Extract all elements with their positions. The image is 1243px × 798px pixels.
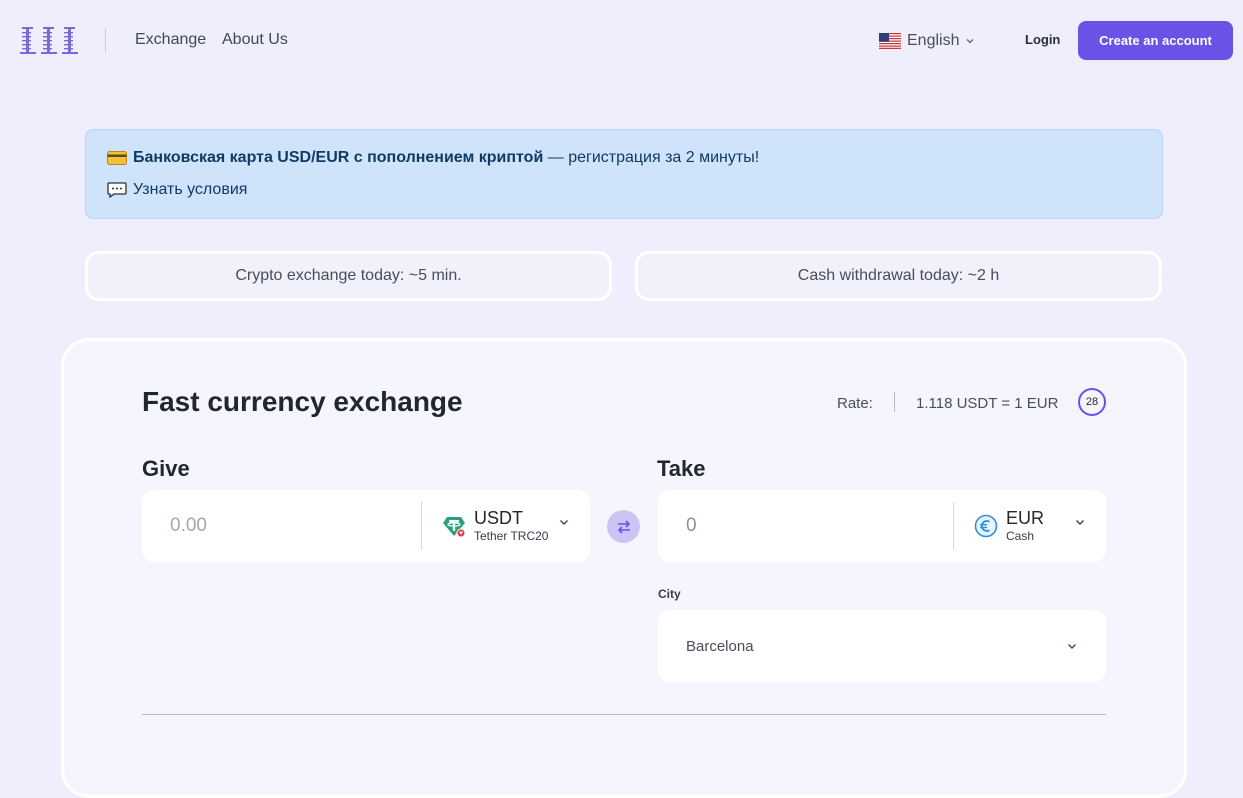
give-amount-input[interactable] [170,514,410,538]
language-label: English [907,32,960,49]
city-select[interactable]: Barcelona [658,610,1106,682]
give-currency-network: Tether TRC20 [474,529,549,543]
promo-terms-link[interactable]: Узнать условия [107,181,247,199]
city-label: City [658,587,681,601]
top-navigation: Exchange About Us English Login Create a… [0,0,1243,82]
rate-label: Rate: [837,395,873,412]
us-flag-icon [879,33,901,49]
rate-value: 1.118 USDT = 1 EUR [916,395,1059,412]
give-box-divider [421,502,422,550]
take-box-divider [953,502,954,550]
rate-divider [894,392,895,412]
chevron-down-icon [1067,643,1077,650]
section-divider [142,714,1106,715]
speech-bubble-icon [107,182,127,198]
page-title: Fast currency exchange [142,386,463,417]
chevron-down-icon[interactable] [558,516,570,528]
take-currency-code: EUR [1006,508,1045,528]
give-currency-select[interactable]: USDT Tether TRC20 [442,506,548,546]
create-account-button[interactable]: Create an account [1078,21,1233,60]
give-label: Give [142,456,190,481]
header-divider [105,28,106,53]
swap-arrows-icon [617,519,630,534]
promo-headline: Банковская карта USD/EUR с пополнением к… [107,149,759,167]
take-currency-select[interactable]: EUR Cash [974,506,1044,546]
promo-banner: Банковская карта USD/EUR с пополнением к… [85,129,1163,219]
give-amount-box: USDT Tether TRC20 [142,490,590,562]
give-currency-code: USDT [474,508,523,528]
take-label: Take [657,456,706,481]
nav-exchange[interactable]: Exchange [135,31,206,49]
take-amount-input[interactable] [686,514,926,538]
rate-refresh-timer[interactable]: 28 [1078,388,1106,416]
chevron-down-icon [966,38,975,44]
swap-currencies-button[interactable] [607,510,640,543]
crypto-exchange-status: Crypto exchange today: ~5 min. [85,251,612,301]
brand-logo[interactable] [20,26,78,56]
city-value: Barcelona [686,638,754,655]
take-currency-network: Cash [1006,529,1035,543]
cash-withdrawal-status: Cash withdrawal today: ~2 h [635,251,1162,301]
language-selector[interactable]: English [879,31,975,51]
credit-card-icon [107,151,127,165]
promo-headline-bold: Банковская карта USD/EUR с пополнением к… [133,149,544,166]
login-link[interactable]: Login [1025,32,1060,47]
promo-terms-label: Узнать условия [133,181,248,198]
promo-headline-rest: — регистрация за 2 минуты! [543,149,760,166]
nav-about-us[interactable]: About Us [222,31,288,49]
chevron-down-icon[interactable] [1074,516,1086,528]
euro-icon [974,514,998,538]
take-amount-box: EUR Cash [658,490,1106,562]
tether-icon [443,517,466,538]
